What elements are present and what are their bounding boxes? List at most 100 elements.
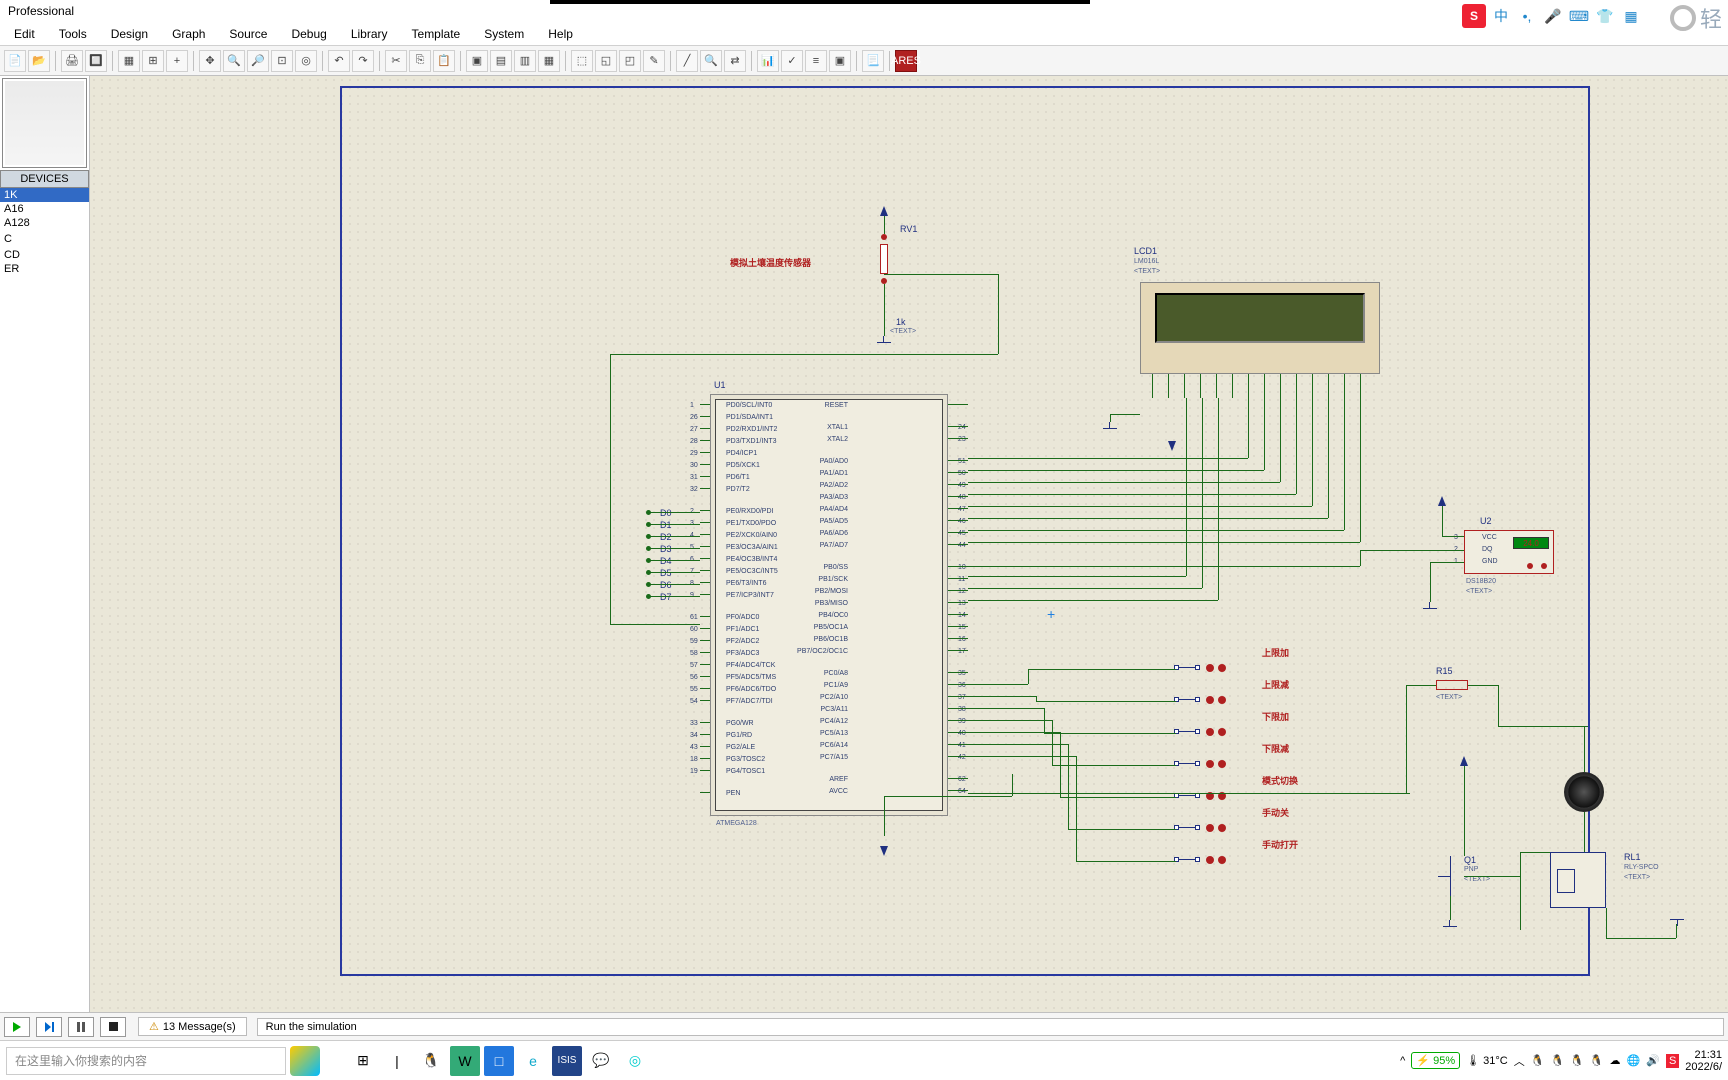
push-button[interactable] — [1176, 758, 1220, 772]
sogou-tray-icon[interactable]: S — [1666, 1054, 1679, 1068]
push-button[interactable] — [1176, 726, 1220, 740]
tray-icon[interactable]: 🐧 — [1570, 1054, 1584, 1067]
ds18b20-u2[interactable]: 24.0 — [1464, 530, 1554, 574]
zoom-area-button[interactable]: 🔲 — [85, 50, 107, 72]
menu-edit[interactable]: Edit — [4, 24, 45, 44]
undo-button[interactable]: ↶ — [328, 50, 350, 72]
chevron-up-icon[interactable]: ︿ — [1514, 1053, 1525, 1069]
isis-icon[interactable]: ISIS — [552, 1046, 582, 1076]
cut-button[interactable]: ✂ — [385, 50, 407, 72]
block-rotate-button[interactable]: ▥ — [514, 50, 536, 72]
play-button[interactable] — [4, 1017, 30, 1037]
erc-button[interactable]: ✓ — [781, 50, 803, 72]
decomp-button[interactable]: ✎ — [643, 50, 665, 72]
device-item[interactable]: A16 — [0, 202, 89, 216]
pause-button[interactable] — [68, 1017, 94, 1037]
menu-template[interactable]: Template — [402, 24, 471, 44]
push-button[interactable] — [1176, 662, 1220, 676]
ares-button[interactable]: ▣ — [829, 50, 851, 72]
schematic-canvas[interactable]: + RV1 1k <TEXT> 模拟土壤温度传感器 U1 ATMEGA128 1… — [90, 76, 1728, 1012]
open-button[interactable]: 📂 — [28, 50, 50, 72]
search-button[interactable]: 🔍 — [700, 50, 722, 72]
block-copy-button[interactable]: ▣ — [466, 50, 488, 72]
devices-list[interactable]: 1KA16A128 C CDER — [0, 188, 89, 1012]
device-item[interactable]: 1K — [0, 188, 89, 202]
menu-library[interactable]: Library — [341, 24, 398, 44]
ime-mic-icon[interactable]: 🎤 — [1542, 5, 1564, 27]
app-icon[interactable]: □ — [484, 1046, 514, 1076]
wps-icon[interactable]: W — [450, 1046, 480, 1076]
relay-rl1[interactable] — [1550, 852, 1606, 908]
pan-button[interactable]: ✥ — [199, 50, 221, 72]
lcd-part: LM016L — [1134, 258, 1159, 265]
menu-help[interactable]: Help — [538, 24, 583, 44]
copy-button[interactable]: ⎘ — [409, 50, 431, 72]
battery-badge[interactable]: ⚡ 95% — [1411, 1052, 1460, 1069]
clock[interactable]: 21:312022/6/ — [1685, 1049, 1722, 1073]
package-button[interactable]: ◰ — [619, 50, 641, 72]
tray-icon[interactable]: 🐧 — [1550, 1054, 1564, 1067]
step-button[interactable] — [36, 1017, 62, 1037]
temp-indicator[interactable]: 🌡 31°C — [1466, 1054, 1508, 1067]
pick-button[interactable]: ⬚ — [571, 50, 593, 72]
tray-icon[interactable]: ☁ — [1610, 1054, 1621, 1067]
menu-system[interactable]: System — [474, 24, 534, 44]
ime-punct-icon[interactable]: •, — [1516, 5, 1538, 27]
replace-button[interactable]: ⇄ — [724, 50, 746, 72]
device-item[interactable]: CD — [0, 248, 89, 262]
zoom-in-button[interactable]: 🔍 — [223, 50, 245, 72]
ares-link-button[interactable]: ARES — [895, 50, 917, 72]
tray-icon[interactable]: 🐧 — [1590, 1054, 1604, 1067]
wire-button[interactable]: ╱ — [676, 50, 698, 72]
menu-design[interactable]: Design — [101, 24, 158, 44]
origin-button[interactable]: + — [166, 50, 188, 72]
library-button[interactable]: ◱ — [595, 50, 617, 72]
search-input[interactable]: 在这里输入你搜索的内容 — [6, 1047, 286, 1075]
device-item[interactable]: A128 — [0, 216, 89, 230]
block-delete-button[interactable]: ▦ — [538, 50, 560, 72]
menu-graph[interactable]: Graph — [162, 24, 215, 44]
zoom-out-button[interactable]: 🔎 — [247, 50, 269, 72]
ime-keyboard-icon[interactable]: ⌨ — [1568, 5, 1590, 27]
tray-icon[interactable]: 🐧 — [1531, 1054, 1545, 1067]
lcd-module[interactable] — [1140, 282, 1380, 374]
messages-panel[interactable]: ⚠13 Message(s) — [138, 1017, 247, 1036]
ime-grid-icon[interactable]: ▦ — [1620, 5, 1642, 27]
motor-icon[interactable] — [1564, 772, 1604, 812]
redo-button[interactable]: ↷ — [352, 50, 374, 72]
block-move-button[interactable]: ▤ — [490, 50, 512, 72]
zoom-all-button[interactable]: ⊡ — [271, 50, 293, 72]
paste-button[interactable]: 📋 — [433, 50, 455, 72]
potentiometer-rv1[interactable] — [874, 234, 894, 284]
sheet-button[interactable]: 📃 — [862, 50, 884, 72]
sogou-icon[interactable]: S — [1462, 4, 1486, 28]
zoom-sel-button[interactable]: ◎ — [295, 50, 317, 72]
push-button[interactable] — [1176, 854, 1220, 868]
volume-icon[interactable]: 🔊 — [1646, 1054, 1660, 1067]
device-item[interactable]: C — [0, 232, 89, 246]
taskview-icon[interactable]: ⊞ — [348, 1046, 378, 1076]
push-button[interactable] — [1176, 694, 1220, 708]
device-item[interactable]: ER — [0, 262, 89, 276]
menu-tools[interactable]: Tools — [49, 24, 97, 44]
resistor-r15[interactable] — [1436, 680, 1468, 690]
netlist-button[interactable]: ≡ — [805, 50, 827, 72]
print-button[interactable]: 🖨 — [61, 50, 83, 72]
guides-button[interactable]: ⊞ — [142, 50, 164, 72]
new-button[interactable]: 📄 — [4, 50, 26, 72]
grid-button[interactable]: ▦ — [118, 50, 140, 72]
network-icon[interactable]: 🌐 — [1627, 1054, 1641, 1067]
bom-button[interactable]: 📊 — [757, 50, 779, 72]
push-button[interactable] — [1176, 822, 1220, 836]
edge-icon[interactable]: e — [518, 1046, 548, 1076]
menu-debug[interactable]: Debug — [281, 24, 336, 44]
menu-source[interactable]: Source — [219, 24, 277, 44]
ime-skin-icon[interactable]: 👕 — [1594, 5, 1616, 27]
qq-icon[interactable]: 🐧 — [416, 1046, 446, 1076]
weather-icon[interactable] — [290, 1046, 320, 1076]
app2-icon[interactable]: ◎ — [620, 1046, 650, 1076]
overview-panel[interactable] — [2, 78, 87, 168]
wechat-icon[interactable]: 💬 — [586, 1046, 616, 1076]
ime-cn-icon[interactable]: 中 — [1490, 5, 1512, 27]
stop-button[interactable] — [100, 1017, 126, 1037]
